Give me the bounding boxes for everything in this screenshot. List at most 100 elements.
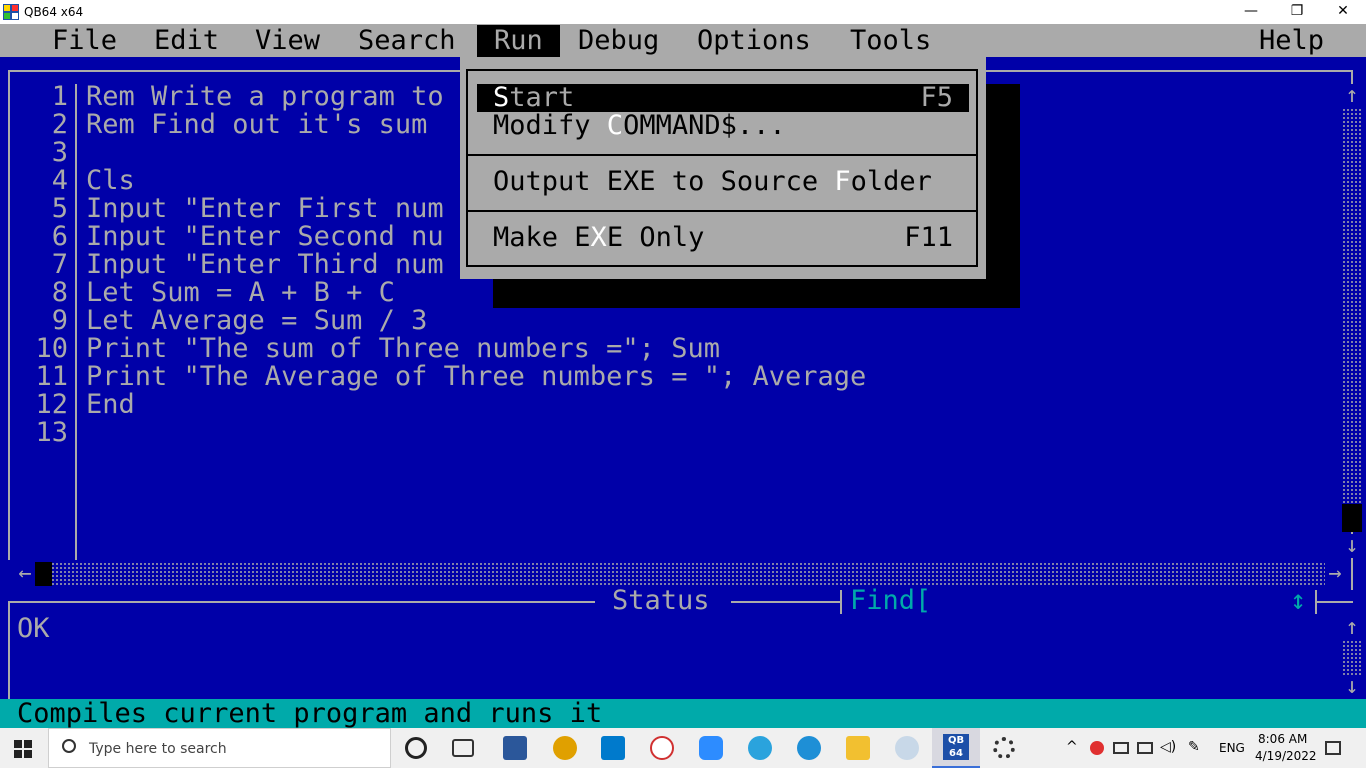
tray-chevron-up-icon[interactable]: ^	[1066, 739, 1078, 755]
code-line[interactable]: Rem Write a program to	[86, 83, 444, 111]
search-icon	[62, 739, 76, 753]
scroll-down-arrow[interactable]: ↓	[1342, 534, 1362, 558]
menu-tools[interactable]: Tools	[833, 25, 948, 57]
menu-run[interactable]: Run	[477, 25, 560, 57]
editor-horizontal-scroll-thumb[interactable]	[35, 562, 52, 586]
editor-horizontal-scrollbar[interactable]	[35, 562, 1325, 586]
menu-options[interactable]: Options	[680, 25, 828, 57]
tray-notification-icon[interactable]	[1090, 741, 1104, 755]
menu-item-hotkey: C	[606, 110, 624, 141]
vscode-icon[interactable]	[601, 736, 625, 760]
find-divider	[840, 590, 842, 614]
menu-separator	[466, 154, 978, 156]
tray-network-icon[interactable]	[1137, 742, 1153, 754]
menu-item-label: tart	[509, 82, 575, 113]
menu-item-shortcut: F11	[904, 222, 953, 253]
menu-item-hotkey: X	[590, 222, 607, 253]
code-line[interactable]: Input "Enter First num	[86, 195, 444, 223]
code-line[interactable]: Cls	[86, 167, 135, 195]
status-panel-border	[8, 601, 595, 603]
tray-battery-icon[interactable]	[1113, 742, 1129, 754]
menu-item-output-exe-to-source-folder[interactable]: Output EXE to Source Folder	[477, 168, 969, 196]
code-line[interactable]: End	[86, 391, 135, 419]
code-line[interactable]: Let Sum = A + B + C	[86, 279, 395, 307]
editor-vertical-scrollbar[interactable]	[1342, 108, 1362, 532]
menu-search[interactable]: Search	[341, 25, 473, 57]
menu-item-hotkey: F	[834, 166, 851, 197]
menu-item-label: OMMAND$...	[623, 110, 786, 141]
line-number: 11	[35, 361, 68, 392]
action-center-icon[interactable]	[1325, 741, 1341, 755]
paint-icon[interactable]	[895, 736, 919, 760]
editor-vertical-scroll-thumb[interactable]	[1342, 504, 1362, 532]
menu-item-start[interactable]: Start F5	[477, 84, 969, 112]
window-title-bar: QB64 x64 — ❐ ✕	[0, 0, 1366, 24]
task-view-icon[interactable]	[452, 739, 474, 757]
help-status-bar: Compiles current program and runs it	[0, 699, 1366, 728]
menu-item-make-exe-only[interactable]: Make EXE Only F11	[477, 224, 969, 252]
restore-button[interactable]: ❐	[1274, 0, 1320, 24]
find-field[interactable]: Find[	[850, 587, 931, 615]
taskbar-search-input[interactable]: Type here to search	[48, 728, 391, 768]
menu-debug[interactable]: Debug	[561, 25, 676, 57]
status-panel-left-border	[8, 601, 10, 699]
code-line[interactable]: Let Average = Sum / 3	[86, 307, 427, 335]
cortana-icon[interactable]	[405, 737, 427, 759]
status-scroll-up-arrow[interactable]: ↑	[1342, 616, 1362, 640]
menu-item-label: Output EXE to Source	[493, 166, 835, 197]
line-number: 12	[35, 389, 68, 420]
file-explorer-icon[interactable]	[846, 736, 870, 760]
line-number: 10	[35, 333, 68, 364]
resize-panel-icon[interactable]: ↕	[1290, 587, 1306, 615]
scroll-up-arrow[interactable]: ↑	[1342, 84, 1362, 108]
line-number: 7	[51, 249, 68, 280]
run-menu-dropdown: Start F5 Modify COMMAND$... Output EXE to…	[460, 57, 986, 279]
scroll-left-arrow[interactable]: ←	[15, 562, 35, 586]
line-number: 2	[51, 109, 68, 140]
word-icon[interactable]	[503, 736, 527, 760]
taskbar-qb64-active[interactable]: QB 64	[932, 728, 980, 768]
line-number: 3	[51, 137, 68, 168]
minimize-button[interactable]: —	[1228, 0, 1274, 24]
line-number: 8	[51, 277, 68, 308]
settings-gear-icon[interactable]	[993, 737, 1015, 759]
menu-view[interactable]: View	[238, 25, 337, 57]
tray-pen-icon[interactable]: ✎	[1188, 739, 1200, 755]
line-number: 1	[51, 81, 68, 112]
code-line[interactable]: Print "The sum of Three numbers ="; Sum	[86, 335, 720, 363]
snipping-tool-icon[interactable]	[650, 736, 674, 760]
line-number: 5	[51, 193, 68, 224]
line-number: 6	[51, 221, 68, 252]
menu-item-modify-command[interactable]: Modify COMMAND$...	[477, 112, 969, 140]
code-line[interactable]: Input "Enter Third num	[86, 251, 444, 279]
windows-taskbar: Type here to search QB 64 ^ ◁) ✎ ENG 8:0…	[0, 728, 1366, 768]
status-panel-title: Status	[612, 585, 710, 616]
menu-item-hotkey: S	[493, 82, 510, 113]
code-line[interactable]: Print "The Average of Three numbers = ";…	[86, 363, 866, 391]
tray-language[interactable]: ENG	[1219, 741, 1245, 755]
status-scroll-down-arrow[interactable]: ↓	[1342, 675, 1362, 699]
line-number-divider	[75, 84, 77, 560]
menu-bar: File Edit View Search Run Debug Options …	[0, 24, 1366, 57]
windows-start-icon[interactable]	[14, 740, 32, 758]
status-vertical-scrollbar[interactable]	[1342, 640, 1362, 675]
menu-item-label: older	[850, 166, 932, 197]
line-number: 13	[35, 417, 68, 448]
chrome-icon[interactable]	[553, 736, 577, 760]
tray-date[interactable]: 4/19/2022	[1255, 749, 1317, 763]
edge-icon[interactable]	[797, 736, 821, 760]
zoom-icon[interactable]	[699, 736, 723, 760]
menu-help[interactable]: Help	[1242, 25, 1341, 57]
menu-edit[interactable]: Edit	[137, 25, 236, 57]
scroll-right-arrow[interactable]: →	[1325, 562, 1345, 586]
code-line[interactable]: Rem Find out it's sum	[86, 111, 427, 139]
close-button[interactable]: ✕	[1320, 0, 1366, 24]
line-number: 4	[51, 165, 68, 196]
telegram-icon[interactable]	[748, 736, 772, 760]
code-line[interactable]: Input "Enter Second nu	[86, 223, 444, 251]
menu-file[interactable]: File	[35, 25, 134, 57]
tray-volume-icon[interactable]: ◁)	[1160, 739, 1176, 755]
line-number: 9	[51, 305, 68, 336]
tray-time[interactable]: 8:06 AM	[1258, 732, 1307, 746]
status-message: OK	[17, 613, 50, 644]
